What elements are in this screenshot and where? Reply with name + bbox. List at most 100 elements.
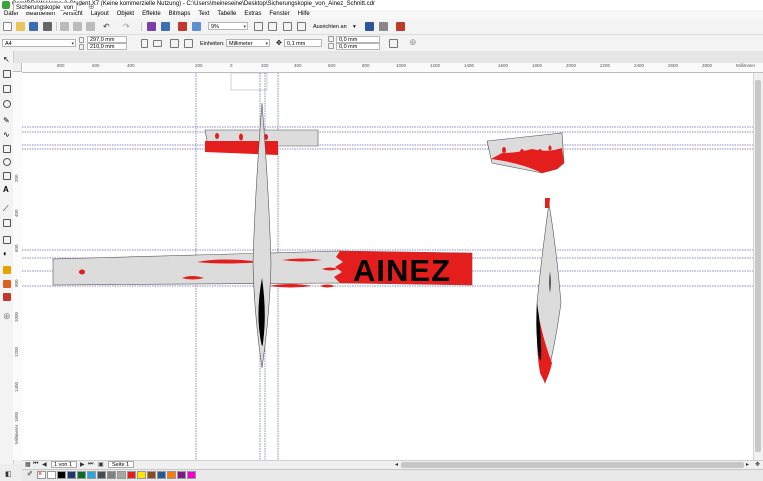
artistic-media-tool-icon[interactable]: ∿ <box>3 131 11 139</box>
vertical-scroll-thumb[interactable] <box>755 80 761 452</box>
page-tab[interactable]: Seite 1 <box>108 461 134 468</box>
color-swatch[interactable] <box>97 471 106 479</box>
page-settings-icon[interactable]: ▦ <box>25 461 31 468</box>
freehand-tool-icon[interactable]: ✎ <box>3 117 11 125</box>
show-grid-icon[interactable] <box>283 22 292 31</box>
first-page-icon[interactable]: ⏮ <box>33 461 38 468</box>
page-width-field[interactable]: 297,0 mm <box>87 36 127 43</box>
print-icon[interactable] <box>43 22 52 31</box>
undo-icon[interactable]: ↶ <box>103 22 112 31</box>
color-swatch[interactable] <box>167 471 176 479</box>
show-guidelines-icon[interactable] <box>297 22 306 31</box>
transparency-tool-icon[interactable]: ◐ <box>3 250 11 258</box>
paste-icon[interactable] <box>86 22 95 31</box>
color-swatch[interactable] <box>157 471 166 479</box>
import-icon[interactable] <box>147 22 156 31</box>
color-swatch[interactable] <box>77 471 86 479</box>
full-screen-icon[interactable] <box>254 22 263 31</box>
menu-effekte[interactable]: Effekte <box>138 10 165 19</box>
previous-page-icon[interactable]: ◀ <box>42 461 47 468</box>
close-tab-icon[interactable]: × <box>78 3 82 9</box>
treat-as-filled-icon[interactable] <box>389 39 398 48</box>
zoom-tool-icon[interactable] <box>3 100 11 108</box>
nudge-distance-field[interactable]: 0,1 mm <box>284 39 322 47</box>
welcome-screen-icon[interactable] <box>396 22 405 31</box>
text-tool-icon[interactable]: A <box>3 186 11 194</box>
menu-objekt[interactable]: Objekt <box>113 10 138 19</box>
options-icon[interactable] <box>365 22 374 31</box>
drawing-canvas[interactable]: AINEZ <box>22 73 753 460</box>
menu-hilfe[interactable]: Hilfe <box>294 10 314 19</box>
no-color-swatch[interactable]: × <box>37 471 46 479</box>
color-swatch[interactable] <box>177 471 186 479</box>
landscape-icon[interactable] <box>153 40 162 47</box>
snap-to-dropdown[interactable]: Ausrichten an <box>313 23 347 31</box>
snap-dropdown-arrow-icon[interactable]: ▾ <box>353 23 356 31</box>
save-icon[interactable] <box>29 22 38 31</box>
color-swatch[interactable] <box>117 471 126 479</box>
interactive-fill-tool-icon[interactable] <box>3 280 11 288</box>
color-swatch[interactable] <box>187 471 196 479</box>
menu-bitmaps[interactable]: Bitmaps <box>165 10 195 19</box>
connector-tool-icon[interactable] <box>3 219 11 227</box>
eyedropper-tool-icon[interactable] <box>3 266 11 274</box>
next-page-icon[interactable]: ▶ <box>80 461 85 468</box>
units-select[interactable]: Millimeter ▾ <box>226 39 270 47</box>
zoom-level-select[interactable]: 9% ▾ <box>208 22 248 30</box>
eyedropper-palette-icon[interactable]: ✐ <box>27 470 33 478</box>
page-size-select[interactable]: A4 ▾ <box>2 39 76 47</box>
nudge-icon: ✥ <box>276 40 282 47</box>
menu-text[interactable]: Text <box>194 10 213 19</box>
menu-fenster[interactable]: Fenster <box>265 10 293 19</box>
current-page-icon[interactable] <box>184 39 193 48</box>
copy-icon[interactable] <box>73 22 82 31</box>
color-swatch[interactable] <box>47 471 56 479</box>
menu-layout[interactable]: Layout <box>87 10 113 19</box>
add-preset-icon[interactable]: ⊕ <box>409 38 417 47</box>
color-swatch[interactable] <box>127 471 136 479</box>
cut-icon[interactable] <box>60 22 69 31</box>
menu-extras[interactable]: Extras <box>240 10 265 19</box>
all-pages-icon[interactable] <box>170 39 179 48</box>
ruler-origin[interactable] <box>13 63 22 72</box>
add-tool-icon[interactable]: ⊕ <box>3 312 11 321</box>
portrait-icon[interactable] <box>141 39 148 48</box>
launch-icon[interactable] <box>192 22 201 31</box>
horizontal-ruler[interactable]: 800 600 400 200 0 200 400 600 800 1000 1… <box>22 63 763 73</box>
show-rulers-icon[interactable] <box>268 22 277 31</box>
duplicate-x-field[interactable]: 0,0 mm <box>336 36 380 43</box>
new-tab-icon[interactable]: ⊕ <box>88 2 95 11</box>
add-page-icon[interactable]: ▣ <box>98 461 104 468</box>
navigator-icon[interactable]: ✥ <box>755 461 760 468</box>
redo-icon[interactable]: ↷ <box>123 22 132 31</box>
new-document-icon[interactable] <box>3 22 12 31</box>
color-swatch[interactable] <box>57 471 66 479</box>
drop-shadow-tool-icon[interactable] <box>3 236 11 244</box>
shape-tool-icon[interactable] <box>3 70 11 78</box>
page-height-field[interactable]: 210,0 mm <box>87 43 127 50</box>
rectangle-tool-icon[interactable] <box>3 145 11 153</box>
color-swatch[interactable] <box>67 471 76 479</box>
export-icon[interactable] <box>161 22 170 31</box>
publish-pdf-icon[interactable] <box>178 22 187 31</box>
document-tab[interactable]: Sicherungskopie_von_... <box>13 2 77 12</box>
scroll-left-icon[interactable]: ◂ <box>395 461 398 468</box>
crop-tool-icon[interactable] <box>3 85 11 93</box>
polygon-tool-icon[interactable] <box>3 172 11 180</box>
pick-tool-icon[interactable]: ↖ <box>3 56 11 64</box>
parallel-dimension-tool-icon[interactable]: ⟋ <box>3 205 11 213</box>
smart-fill-tool-icon[interactable] <box>3 293 11 301</box>
horizontal-scroll-thumb[interactable] <box>401 462 744 468</box>
standard-toolbar: ↶ ↷ 9% ▾ Ausrichten an ▾ <box>0 19 763 35</box>
color-swatch[interactable] <box>87 471 96 479</box>
last-page-icon[interactable]: ⏭ <box>88 461 93 468</box>
color-swatch[interactable] <box>137 471 146 479</box>
color-swatch[interactable] <box>147 471 156 479</box>
menu-tabelle[interactable]: Tabelle <box>213 10 240 19</box>
color-swatch[interactable] <box>107 471 116 479</box>
duplicate-y-field[interactable]: 0,0 mm <box>336 43 380 50</box>
application-launcher-icon[interactable] <box>379 22 388 31</box>
scroll-right-icon[interactable]: ▸ <box>746 461 749 468</box>
open-folder-icon[interactable] <box>16 22 25 31</box>
ellipse-tool-icon[interactable] <box>3 158 11 166</box>
